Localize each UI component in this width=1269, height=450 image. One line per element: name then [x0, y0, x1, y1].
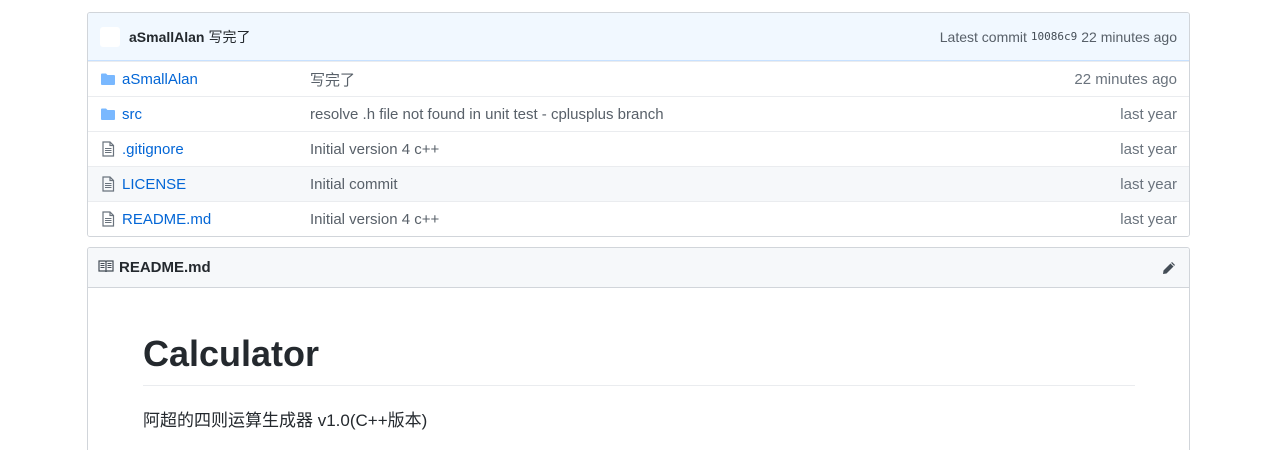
book-icon	[98, 259, 114, 276]
file-icon	[100, 141, 116, 157]
readme-paragraph: 阿超的四则运算生成器 v1.0(C++版本)	[143, 410, 428, 430]
file-age: last year	[1120, 175, 1177, 193]
file-age: last year	[1120, 210, 1177, 228]
file-row: LICENSE Initial commit last year	[88, 166, 1189, 201]
commit-sha[interactable]: 10086c9	[1031, 30, 1077, 43]
readme-title: README.md	[119, 259, 211, 276]
edit-pencil-icon[interactable]	[1159, 258, 1179, 278]
file-row: aSmallAlan 写完了 22 minutes ago	[88, 61, 1189, 96]
file-commit-message[interactable]: Initial version 4 c++	[310, 141, 1120, 158]
file-commit-message[interactable]: Initial version 4 c++	[310, 211, 1120, 228]
file-name-link[interactable]: LICENSE	[122, 176, 310, 193]
file-row: src resolve .h file not found in unit te…	[88, 96, 1189, 131]
commit-age: 22 minutes ago	[1081, 28, 1177, 45]
readme-content: Calculator 阿超的四则运算生成器 v1.0(C++版本)	[88, 288, 1189, 431]
readme-header: README.md	[88, 248, 1189, 288]
file-commit-message[interactable]: 写完了	[310, 69, 1074, 90]
commit-author[interactable]: aSmallAlan	[129, 29, 204, 45]
file-age: 22 minutes ago	[1074, 70, 1177, 88]
file-commit-message[interactable]: Initial commit	[310, 176, 1120, 193]
file-name-link[interactable]: aSmallAlan	[122, 71, 310, 88]
latest-commit-label: Latest commit	[939, 28, 1027, 45]
file-row: README.md Initial version 4 c++ last yea…	[88, 201, 1189, 236]
file-age: last year	[1120, 140, 1177, 158]
file-commit-message[interactable]: resolve .h file not found in unit test -…	[310, 106, 1120, 123]
folder-icon	[100, 71, 116, 87]
file-name-link[interactable]: .gitignore	[122, 141, 310, 158]
file-age: last year	[1120, 105, 1177, 123]
file-name-link[interactable]: README.md	[122, 211, 310, 228]
avatar[interactable]	[100, 26, 120, 47]
file-name-link[interactable]: src	[122, 106, 310, 123]
readme-panel: README.md Calculator 阿超的四则运算生成器 v1.0(C++…	[87, 247, 1190, 450]
folder-icon	[100, 106, 116, 122]
latest-commit-bar: aSmallAlan 写完了 Latest commit 10086c9 22 …	[88, 13, 1189, 61]
readme-heading: Calculator	[143, 334, 1135, 386]
file-icon	[100, 211, 116, 227]
commit-message[interactable]: 写完了	[208, 27, 250, 47]
file-icon	[100, 176, 116, 192]
file-row: .gitignore Initial version 4 c++ last ye…	[88, 131, 1189, 166]
file-browser: aSmallAlan 写完了 Latest commit 10086c9 22 …	[87, 12, 1190, 237]
commit-info: Latest commit 10086c9 22 minutes ago	[940, 29, 1177, 45]
